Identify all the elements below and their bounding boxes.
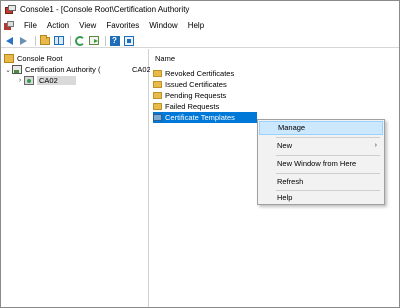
toolbar-separator	[35, 35, 36, 46]
forward-arrow-icon[interactable]	[18, 35, 29, 46]
context-menu-separator	[276, 137, 380, 138]
up-folder-icon[interactable]	[39, 34, 50, 46]
window-title: Console1 - [Console Root\Certification A…	[20, 5, 190, 14]
menu-bar: File Action View Favorites Window Help	[1, 19, 399, 33]
list-item-issued-certificates[interactable]: Issued Certificates	[153, 79, 227, 90]
context-menu-new-window-from-here[interactable]: New Window from Here	[259, 157, 383, 171]
show-hide-pane-icon[interactable]	[53, 35, 64, 46]
mmc-app-icon	[5, 4, 16, 15]
list-item-label: Pending Requests	[165, 91, 227, 100]
tree-node-certification-authority[interactable]: ⌄ Certification Authority ( CA02	[4, 64, 151, 75]
console-root-folder-icon	[4, 54, 14, 63]
menu-help[interactable]: Help	[183, 19, 209, 33]
context-menu-label: New	[277, 141, 293, 150]
list-item-label: Failed Requests	[165, 102, 220, 111]
context-menu-manage[interactable]: Manage	[259, 121, 383, 135]
help-icon[interactable]: ?	[109, 35, 120, 46]
list-item-pending-requests[interactable]: Pending Requests	[153, 90, 226, 101]
context-menu: Manage New › New Window from Here Refres…	[257, 119, 385, 205]
context-menu-new[interactable]: New ›	[259, 139, 383, 153]
system-menu-icon[interactable]	[4, 21, 14, 31]
collapsed-chevron-icon[interactable]: ›	[16, 75, 24, 86]
context-menu-separator	[276, 155, 380, 156]
menu-action[interactable]: Action	[42, 19, 74, 33]
menu-window[interactable]: Window	[144, 19, 182, 33]
tree-node-label: CA02	[37, 76, 76, 85]
properties-icon[interactable]	[123, 35, 134, 46]
context-menu-help[interactable]: Help	[259, 191, 383, 205]
certification-authority-icon	[12, 65, 22, 74]
mmc-window: Console1 - [Console Root\Certification A…	[0, 0, 400, 308]
list-item-label: Issued Certificates	[165, 80, 227, 89]
menu-favorites[interactable]: Favorites	[101, 19, 144, 33]
folder-icon	[153, 70, 162, 77]
list-item-label: Revoked Certificates	[165, 69, 235, 78]
menu-file[interactable]: File	[19, 19, 42, 33]
title-bar: Console1 - [Console Root\Certification A…	[1, 1, 399, 18]
certificate-templates-icon	[153, 114, 162, 121]
tree-node-console-root[interactable]: Console Root	[4, 53, 62, 64]
tree-node-label: Console Root	[17, 54, 63, 63]
tree-node-ca02[interactable]: › CA02	[16, 75, 76, 86]
list-item-revoked-certificates[interactable]: Revoked Certificates	[153, 68, 234, 79]
list-item-failed-requests[interactable]: Failed Requests	[153, 101, 219, 112]
context-menu-separator	[276, 173, 380, 174]
export-list-icon[interactable]	[88, 35, 99, 46]
column-header-name[interactable]: Name	[150, 53, 399, 65]
folder-icon	[153, 103, 162, 110]
submenu-arrow-icon: ›	[374, 142, 377, 149]
toolbar: ?	[1, 34, 399, 48]
menu-view[interactable]: View	[74, 19, 101, 33]
expanded-chevron-icon[interactable]: ⌄	[4, 64, 12, 75]
folder-icon	[153, 92, 162, 99]
console-tree-pane: Console Root ⌄ Certification Authority (…	[2, 49, 151, 307]
folder-icon	[153, 81, 162, 88]
toolbar-separator	[70, 35, 71, 46]
refresh-icon[interactable]	[74, 35, 85, 46]
toolbar-separator	[105, 35, 106, 46]
list-item-label: Certificate Templates	[165, 113, 235, 122]
ca-server-icon	[24, 76, 34, 85]
list-item-certificate-templates[interactable]: Certificate Templates	[153, 112, 257, 123]
context-menu-refresh[interactable]: Refresh	[259, 175, 383, 189]
back-arrow-icon[interactable]	[4, 35, 15, 46]
tree-node-label-suffix: CA02	[132, 65, 151, 74]
tree-node-label: Certification Authority (	[25, 65, 101, 74]
